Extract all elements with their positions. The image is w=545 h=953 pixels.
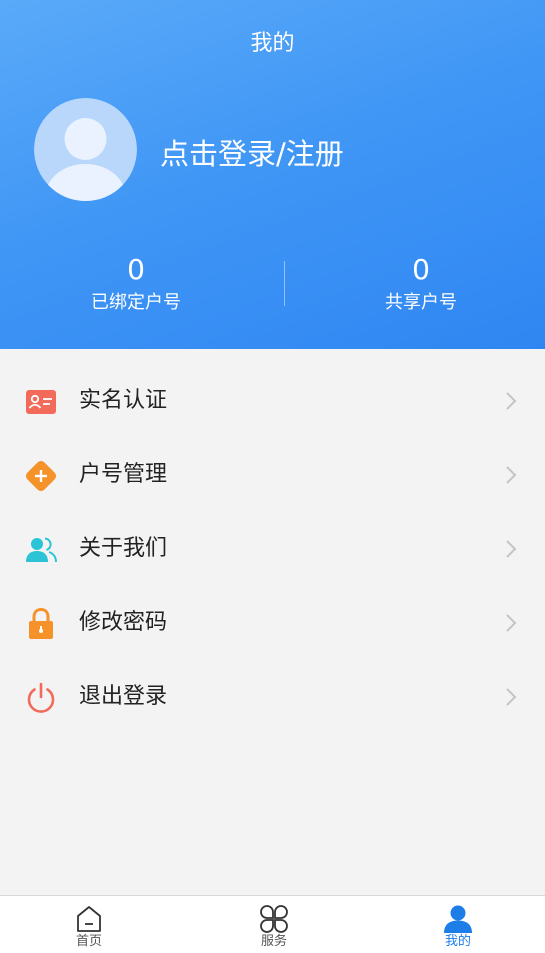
tab-label: 我的 <box>444 934 471 949</box>
menu-item-account-management[interactable]: 户号管理 <box>0 437 545 511</box>
tab-label: 服务 <box>260 934 287 949</box>
avatar-placeholder-icon <box>34 98 137 201</box>
chevron-right-icon <box>506 540 517 558</box>
menu-item-label: 退出登录 <box>79 684 168 709</box>
bottom-tab-bar: 首页 服务 我的 <box>0 895 545 953</box>
login-register-link[interactable]: 点击登录/注册 <box>160 134 344 174</box>
page-title: 我的 <box>250 31 295 56</box>
bound-accounts-label: 已绑定户号 <box>91 292 181 313</box>
chevron-right-icon <box>506 688 517 706</box>
power-icon <box>27 682 55 713</box>
chevron-right-icon <box>506 466 517 484</box>
menu-item-label: 关于我们 <box>79 536 168 561</box>
tab-mine[interactable]: 我的 <box>398 896 518 953</box>
tab-home[interactable]: 首页 <box>29 896 149 953</box>
menu-item-logout[interactable]: 退出登录 <box>0 659 545 733</box>
menu-item-label: 实名认证 <box>79 388 168 413</box>
shared-accounts-count: 0 <box>412 253 430 286</box>
chevron-right-icon <box>506 392 517 410</box>
lock-icon <box>29 607 53 639</box>
menu-item-change-password[interactable]: 修改密码 <box>0 585 545 659</box>
menu-item-about-us[interactable]: 关于我们 <box>0 511 545 585</box>
plus-diamond-icon <box>26 461 56 491</box>
chevron-right-icon <box>506 614 517 632</box>
users-icon <box>26 537 57 563</box>
avatar[interactable] <box>34 98 137 201</box>
menu-item-label: 户号管理 <box>79 462 168 487</box>
tab-label: 首页 <box>75 934 102 949</box>
user-icon <box>444 905 472 933</box>
tab-service[interactable]: 服务 <box>214 896 334 953</box>
bound-accounts-count: 0 <box>127 253 145 286</box>
settings-menu: 实名认证 户号管理 关于我们 修改密码 退出登录 <box>0 363 545 733</box>
profile-header: 我的 点击登录/注册 0 已绑定户号 0 共享户号 <box>0 0 545 349</box>
grid-icon <box>260 905 288 933</box>
menu-item-real-name-verification[interactable]: 实名认证 <box>0 363 545 437</box>
stat-divider <box>284 261 285 306</box>
shared-accounts-label: 共享户号 <box>385 292 457 313</box>
shared-accounts-stat[interactable]: 0 共享户号 <box>331 252 511 316</box>
menu-item-label: 修改密码 <box>79 610 168 635</box>
bound-accounts-stat[interactable]: 0 已绑定户号 <box>46 252 226 316</box>
id-card-icon <box>26 390 56 414</box>
home-icon <box>77 906 101 932</box>
